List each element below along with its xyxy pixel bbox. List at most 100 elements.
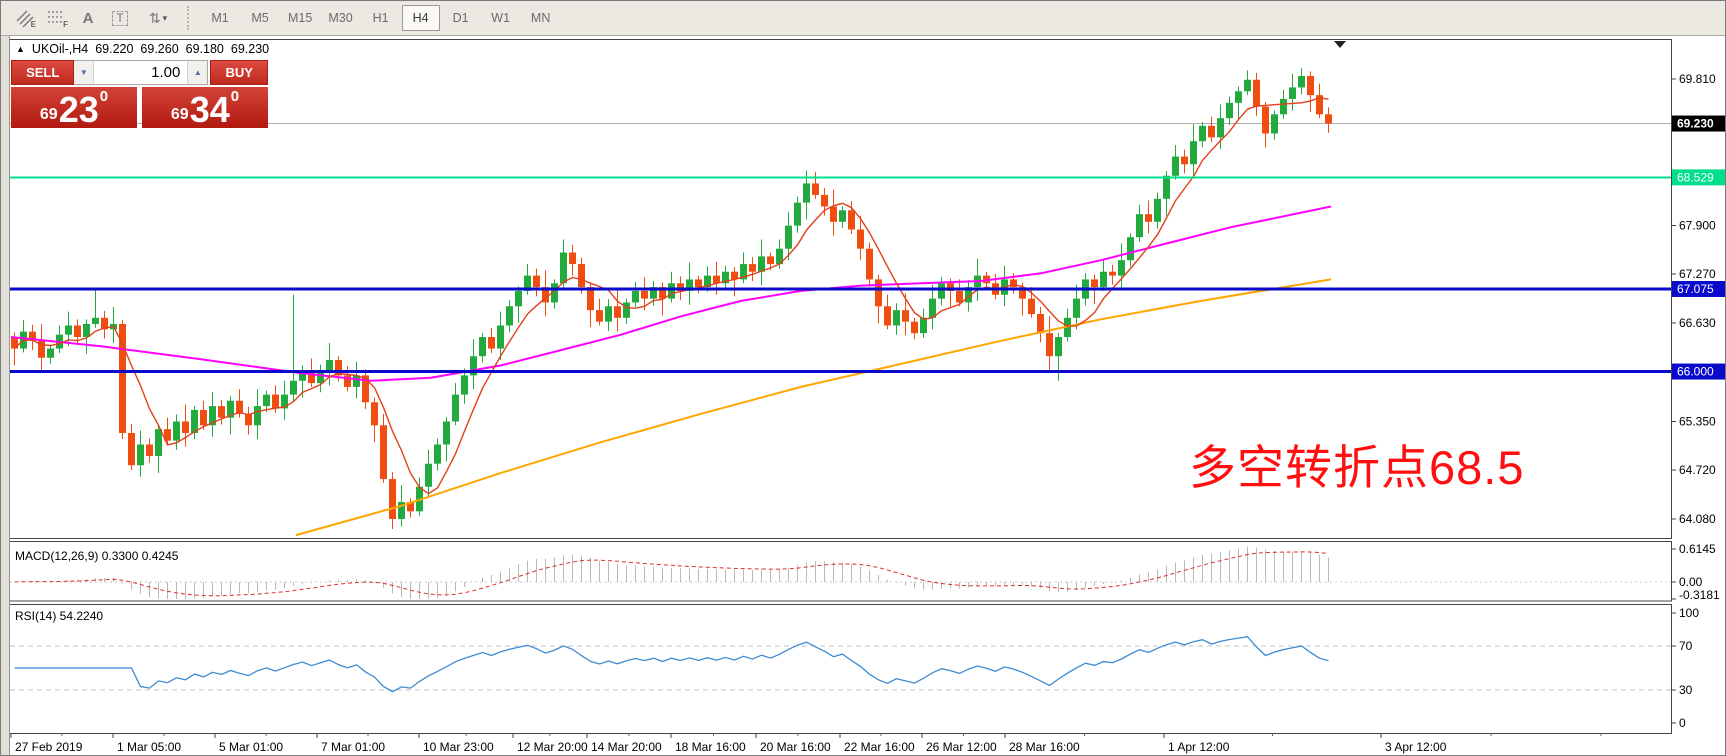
candle-body — [641, 291, 648, 299]
macd-tick-label: -0.3181 — [1679, 588, 1720, 602]
time-tick-label: 7 Mar 01:00 — [321, 740, 385, 754]
rsi-tick-label: 70 — [1679, 639, 1693, 653]
text-tool-button[interactable]: A — [73, 5, 103, 31]
candle-body — [1145, 214, 1152, 222]
candle-body — [1262, 107, 1269, 134]
candle-body — [1028, 299, 1035, 314]
time-tick-label: 1 Mar 05:00 — [117, 740, 181, 754]
fibonacci-retracement-button[interactable]: F — [41, 5, 71, 31]
candle-body — [1244, 80, 1251, 92]
time-tick-label: 26 Mar 12:00 — [926, 740, 997, 754]
sell-price-button[interactable]: 69 23 0 — [11, 87, 137, 128]
left-panel-divider[interactable] — [1, 35, 10, 755]
rsi-panel: RSI(14) 54.224010070300 — [10, 605, 1700, 734]
timeframe-m15-button[interactable]: M15 — [281, 5, 319, 31]
price-tick-label: 64.080 — [1679, 512, 1716, 526]
timeframe-mn-button[interactable]: MN — [522, 5, 560, 31]
sell-button[interactable]: SELL — [11, 60, 74, 85]
volume-decrease-button[interactable]: ▼ — [74, 61, 94, 84]
price-level-label: 67.075 — [1672, 281, 1726, 297]
chevron-down-icon: ▾ — [163, 13, 168, 24]
price-tick-label: 65.350 — [1679, 414, 1716, 428]
sell-price-whole: 69 — [40, 106, 58, 124]
time-tick-label: 1 Apr 12:00 — [1168, 740, 1230, 754]
timeframe-m5-button[interactable]: M5 — [241, 5, 279, 31]
candle-body — [749, 264, 756, 272]
arrow-down-icon: ▼ — [80, 68, 88, 77]
timeframe-group: M1M5M15M30H1H4D1W1MN — [201, 5, 560, 31]
timeframe-h1-button[interactable]: H1 — [362, 5, 400, 31]
ohlc-open: 69.220 — [95, 42, 133, 56]
rsi-tick-label: 100 — [1679, 606, 1699, 620]
arrows-icon: ⇅ — [149, 10, 161, 27]
text-label-button[interactable]: T — [105, 5, 135, 31]
rsi-label: RSI(14) 54.2240 — [15, 609, 103, 623]
arrows-button[interactable]: ⇅ ▾ — [137, 5, 179, 31]
candle-body — [47, 349, 54, 358]
ohlc-close: 69.230 — [231, 42, 269, 56]
time-tick-label: 27 Feb 2019 — [15, 740, 83, 754]
time-tick-label: 18 Mar 16:00 — [675, 740, 746, 754]
sell-price-point: 0 — [100, 88, 108, 105]
candle-body — [785, 226, 792, 249]
candle-body — [506, 306, 513, 325]
collapse-arrow-icon[interactable]: ▲ — [16, 44, 25, 54]
symbol-header: ▲ UKOil-,H4 69.220 69.260 69.180 69.230 — [16, 42, 269, 56]
candle-body — [497, 325, 504, 348]
volume-increase-button[interactable]: ▲ — [187, 61, 207, 84]
candle-body — [326, 360, 333, 372]
candle-body — [1109, 272, 1116, 276]
candle-body — [866, 249, 873, 280]
volume-input[interactable] — [94, 61, 187, 84]
tool-badge: F — [63, 20, 68, 29]
candle-body — [452, 395, 459, 422]
price-tick-label: 67.270 — [1679, 267, 1716, 281]
equidistant-channel-button[interactable]: E — [9, 5, 39, 31]
timeframe-d1-button[interactable]: D1 — [442, 5, 480, 31]
candle-body — [1199, 126, 1206, 141]
buy-price-pips: 34 — [190, 93, 230, 126]
buy-button[interactable]: BUY — [210, 60, 268, 85]
candle-body — [272, 395, 279, 409]
macd-tick-label: 0.6145 — [1679, 542, 1716, 556]
candle-body — [1181, 157, 1188, 165]
candle-body — [1208, 126, 1215, 138]
candle-body — [578, 264, 585, 287]
candle-body — [479, 337, 486, 356]
text-annotation: 多空转折点68.5 — [1189, 429, 1524, 498]
candle-body — [182, 421, 189, 433]
time-tick-label: 22 Mar 16:00 — [844, 740, 915, 754]
candle-body — [848, 210, 855, 229]
candle-body — [515, 291, 522, 306]
candle-body — [1154, 199, 1161, 222]
timeframe-m30-button[interactable]: M30 — [321, 5, 359, 31]
label-text: 69.230 — [1677, 117, 1714, 131]
candle-body — [92, 318, 99, 324]
candle-body — [632, 291, 639, 303]
candle-body — [596, 310, 603, 322]
candle-body — [758, 256, 765, 271]
candle-body — [1325, 114, 1332, 123]
time-tick-label: 28 Mar 16:00 — [1009, 740, 1080, 754]
rsi-tick-label: 0 — [1679, 716, 1686, 730]
timeframe-m1-button[interactable]: M1 — [201, 5, 239, 31]
candle-body — [461, 375, 468, 394]
label-text: 68.529 — [1677, 170, 1714, 184]
macd-tick-label: 0.00 — [1679, 575, 1703, 589]
timeframe-h4-button[interactable]: H4 — [402, 5, 440, 31]
text-tool-icon: A — [83, 10, 94, 27]
buy-price-whole: 69 — [171, 106, 189, 124]
time-tick-label: 5 Mar 01:00 — [219, 740, 283, 754]
price-level-label: 69.230 — [1672, 116, 1726, 132]
candle-body — [371, 402, 378, 425]
timeframe-w1-button[interactable]: W1 — [482, 5, 520, 31]
toolbar-drag-handle[interactable] — [187, 6, 193, 30]
candle-body — [1163, 176, 1170, 199]
arrow-up-icon: ▲ — [194, 68, 202, 77]
text-label-icon: T — [112, 11, 127, 26]
price-level-label: 66.000 — [1672, 364, 1726, 380]
candle-body — [812, 183, 819, 195]
candle-body — [1127, 237, 1134, 260]
candle-body — [380, 425, 387, 479]
buy-price-button[interactable]: 69 34 0 — [142, 87, 268, 128]
